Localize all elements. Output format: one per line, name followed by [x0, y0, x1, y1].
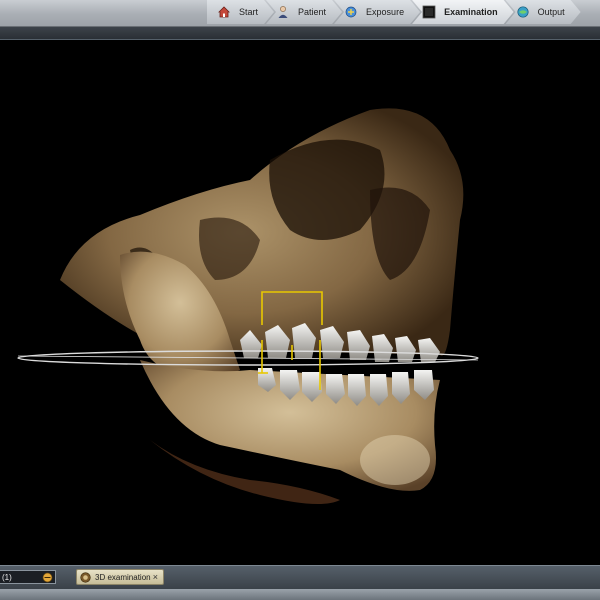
step-patient-label: Patient: [298, 7, 327, 17]
dental-scan-icon: [80, 571, 91, 583]
step-start-label: Start: [239, 7, 259, 17]
output-icon: [516, 5, 530, 19]
toolbar-strip: [0, 27, 600, 40]
series-selector[interactable]: (1): [0, 570, 56, 584]
workflow-steps: Start Patient Exposure Examination Outpu…: [207, 0, 573, 24]
step-output[interactable]: Output: [506, 0, 581, 24]
document-bar: (1) 3D examination ×: [0, 565, 600, 589]
examination-icon: [422, 5, 436, 19]
step-examination-label: Examination: [444, 7, 498, 17]
step-exposure-label: Exposure: [366, 7, 405, 17]
step-start[interactable]: Start: [207, 0, 274, 24]
step-examination[interactable]: Examination: [412, 0, 514, 24]
skull-rendering: [17, 108, 479, 504]
footer-strip: [0, 589, 600, 600]
tab-label: 3D examination: [95, 572, 151, 582]
step-patient[interactable]: Patient: [266, 0, 342, 24]
series-settings-icon[interactable]: [42, 572, 53, 583]
step-output-label: Output: [537, 7, 565, 17]
workflow-bar: Start Patient Exposure Examination Outpu…: [0, 0, 600, 27]
home-icon: [217, 5, 231, 19]
series-value: (1): [2, 573, 12, 582]
close-icon[interactable]: ×: [153, 572, 158, 582]
tab-3d-examination[interactable]: 3D examination ×: [76, 569, 164, 585]
step-exposure[interactable]: Exposure: [334, 0, 420, 24]
3d-viewport[interactable]: [0, 40, 600, 562]
exposure-icon: [344, 5, 358, 19]
patient-icon: [276, 5, 290, 19]
